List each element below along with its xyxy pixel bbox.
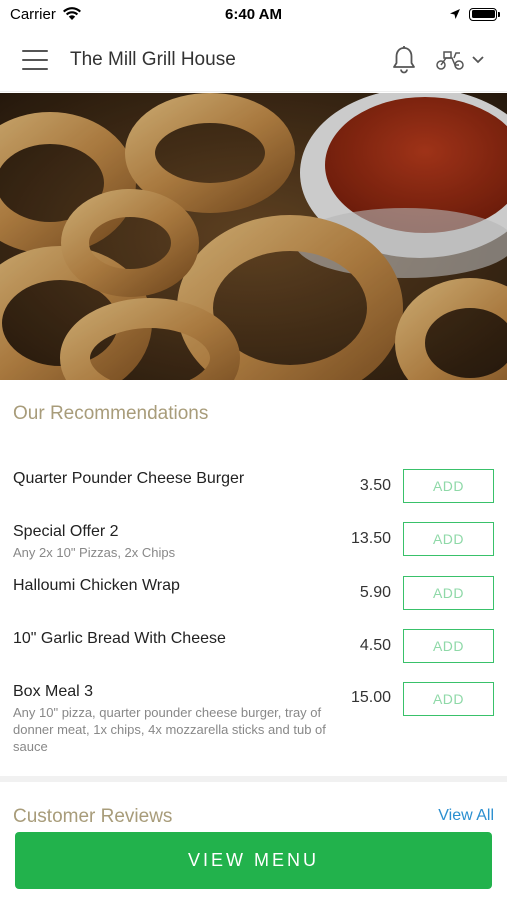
view-menu-button[interactable]: VIEW MENU: [15, 832, 492, 889]
hero-food-image: [0, 93, 507, 380]
item-name: 10" Garlic Bread With Cheese: [13, 630, 226, 647]
status-right: [449, 7, 500, 21]
item-description: Any 2x 10" Pizzas, 2x Chips: [13, 545, 176, 560]
add-button[interactable]: ADD: [403, 469, 494, 503]
add-button[interactable]: ADD: [403, 576, 494, 610]
battery-level: [471, 10, 495, 18]
add-button[interactable]: ADD: [403, 522, 494, 556]
add-button[interactable]: ADD: [403, 629, 494, 663]
item-price: 5.90: [359, 584, 391, 601]
battery-icon: [469, 7, 500, 21]
location-arrow-icon: [450, 9, 460, 19]
item-name: Quarter Pounder Cheese Burger: [13, 470, 245, 487]
bell-icon[interactable]: [391, 45, 417, 75]
item-name: Box Meal 3: [13, 683, 94, 700]
carrier-label: Carrier: [10, 5, 56, 23]
item-name: Halloumi Chicken Wrap: [13, 577, 180, 594]
item-description: Any 10" pizza, quarter pounder cheese bu…: [13, 705, 326, 754]
app-header: The Mill Grill House: [0, 28, 507, 92]
item-price: 13.50: [350, 530, 391, 547]
item-price: 15.00: [350, 689, 391, 706]
chevron-down-icon[interactable]: [471, 55, 485, 65]
view-all-link[interactable]: View All: [438, 807, 494, 825]
section-divider: [0, 776, 507, 782]
item-price: 4.50: [359, 637, 391, 654]
restaurant-title: The Mill Grill House: [70, 48, 236, 70]
add-button[interactable]: ADD: [403, 682, 494, 716]
wifi-icon: [62, 7, 81, 20]
item-price: 3.50: [359, 477, 391, 494]
hamburger-menu-icon[interactable]: [22, 49, 48, 70]
item-name: Special Offer 2: [13, 523, 119, 540]
scooter-icon[interactable]: [435, 49, 465, 71]
status-bar: Carrier 6:40 AM: [0, 0, 507, 28]
status-left: Carrier: [10, 6, 82, 23]
recommendations-title: Our Recommendations: [13, 403, 209, 424]
reviews-title: Customer Reviews: [13, 806, 173, 827]
